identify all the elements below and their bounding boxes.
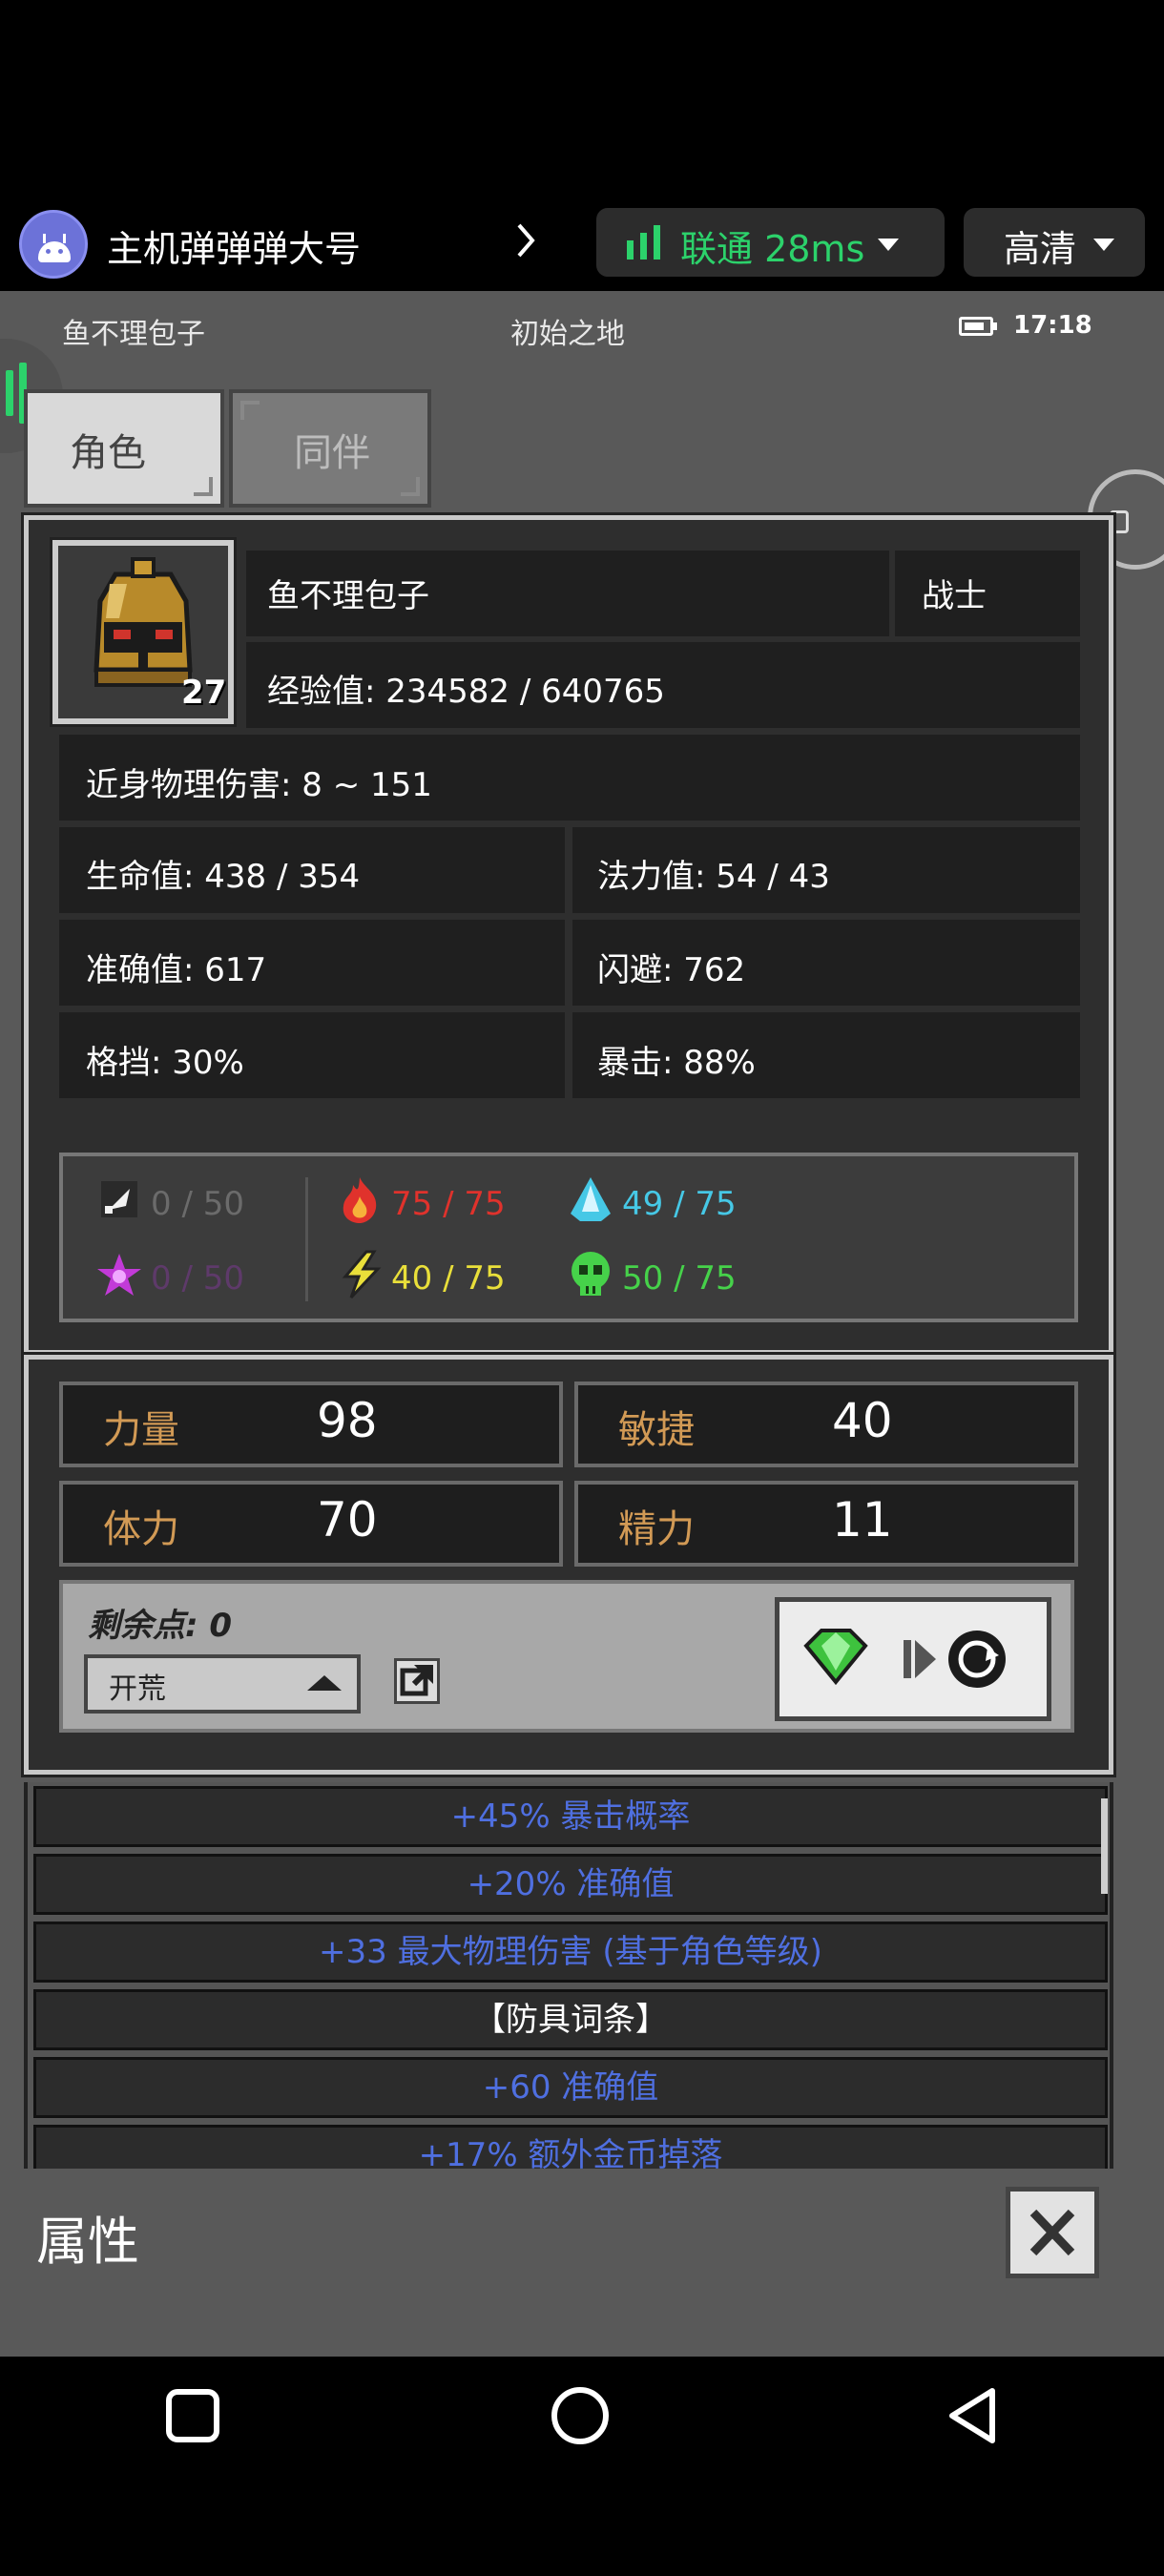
remaining-points: 剩余点: 0 (88, 1607, 233, 1645)
ice-resist-icon (571, 1177, 611, 1221)
convert-gem-button[interactable] (775, 1597, 1051, 1721)
mode-select-value: 开荒 (109, 1672, 166, 1706)
stamina-value: 70 (317, 1492, 378, 1548)
host-avatar[interactable] (19, 210, 88, 279)
energy-label: 精力 (618, 1507, 695, 1551)
home-icon[interactable] (550, 2385, 611, 2446)
location-status: 初始之地 (510, 318, 625, 351)
tab-label: 同伴 (294, 431, 370, 475)
host-name[interactable]: 主机弹弹弹大号 (107, 219, 361, 272)
quality-label: 高清 (1004, 228, 1077, 270)
strength-label: 力量 (103, 1408, 179, 1452)
signal-bars-icon (627, 225, 660, 260)
character-level: 27 (181, 674, 227, 712)
antenna-icon (63, 234, 66, 243)
lightning-resist-icon (342, 1250, 382, 1299)
close-icon (1029, 2209, 1075, 2256)
mp-value: 法力值: 54 / 43 (597, 858, 830, 896)
poison-resist-icon (572, 1252, 610, 1296)
tab-label: 角色 (70, 431, 146, 475)
antenna-icon (43, 234, 46, 243)
physical-resist-value: 0 / 50 (151, 1185, 244, 1223)
arcane-resist-icon (97, 1254, 141, 1296)
external-link-icon[interactable] (394, 1658, 440, 1704)
tab-companion[interactable]: 同伴 (229, 389, 431, 508)
affix-list[interactable]: +45% 暴击概率 +20% 准确值 +33 最大物理伤害 (基于角色等级) 【… (24, 1782, 1113, 2169)
clock: 17:18 (1013, 311, 1092, 340)
experience-value: 经验值: 234582 / 640765 (267, 673, 665, 711)
list-item: +33 最大物理伤害 (基于角色等级) (33, 1922, 1108, 1983)
signal-bars-icon (6, 370, 13, 416)
melee-damage: 近身物理伤害: 8 ~ 151 (86, 766, 432, 804)
energy-value: 11 (832, 1492, 893, 1548)
android-icon (38, 241, 71, 262)
character-name: 鱼不理包子 (267, 577, 429, 615)
list-item: +17% 额外金币掉落 (33, 2125, 1108, 2169)
arcane-resist-value: 0 / 50 (151, 1259, 244, 1298)
fire-resist-icon (343, 1177, 377, 1223)
player-name-status: 鱼不理包子 (62, 318, 205, 351)
close-button[interactable] (1006, 2187, 1099, 2278)
fire-resist-value: 75 / 75 (391, 1185, 506, 1223)
agility-label: 敏捷 (618, 1408, 695, 1452)
list-item: 【防具词条】 (33, 1989, 1108, 2050)
hp-value: 生命值: 438 / 354 (86, 858, 361, 896)
poison-resist-value: 50 / 75 (622, 1259, 737, 1298)
panel-footer (0, 2171, 1164, 2357)
character-class: 战士 (922, 577, 987, 615)
network-label: 联通 28ms (680, 228, 865, 270)
agility-value: 40 (832, 1393, 893, 1448)
dodge-value: 闪避: 762 (597, 951, 746, 989)
list-item: +20% 准确值 (33, 1854, 1108, 1915)
tab-character[interactable]: 角色 (24, 389, 224, 508)
list-item: +45% 暴击概率 (33, 1786, 1108, 1847)
chevron-right-icon[interactable] (515, 221, 536, 260)
physical-resist-icon (101, 1181, 137, 1217)
strength-value: 98 (317, 1393, 378, 1448)
ice-resist-value: 49 / 75 (622, 1185, 737, 1223)
caret-down-icon (1093, 239, 1114, 251)
panel-title: 属性 (36, 2212, 139, 2272)
block-value: 格挡: 30% (86, 1044, 244, 1082)
battery-icon (959, 317, 993, 336)
caret-up-icon (307, 1675, 342, 1691)
list-scrollbar[interactable] (1101, 1798, 1108, 1894)
accuracy-value: 准确值: 617 (86, 951, 267, 989)
crit-value: 暴击: 88% (597, 1044, 756, 1082)
list-item: +60 准确值 (33, 2057, 1108, 2118)
lightning-resist-value: 40 / 75 (391, 1259, 506, 1298)
gem-convert-icon (803, 1629, 1006, 1688)
recent-apps-icon[interactable] (164, 2387, 221, 2444)
caret-down-icon (878, 239, 899, 251)
back-icon[interactable] (945, 2385, 1002, 2446)
stamina-label: 体力 (103, 1507, 179, 1551)
